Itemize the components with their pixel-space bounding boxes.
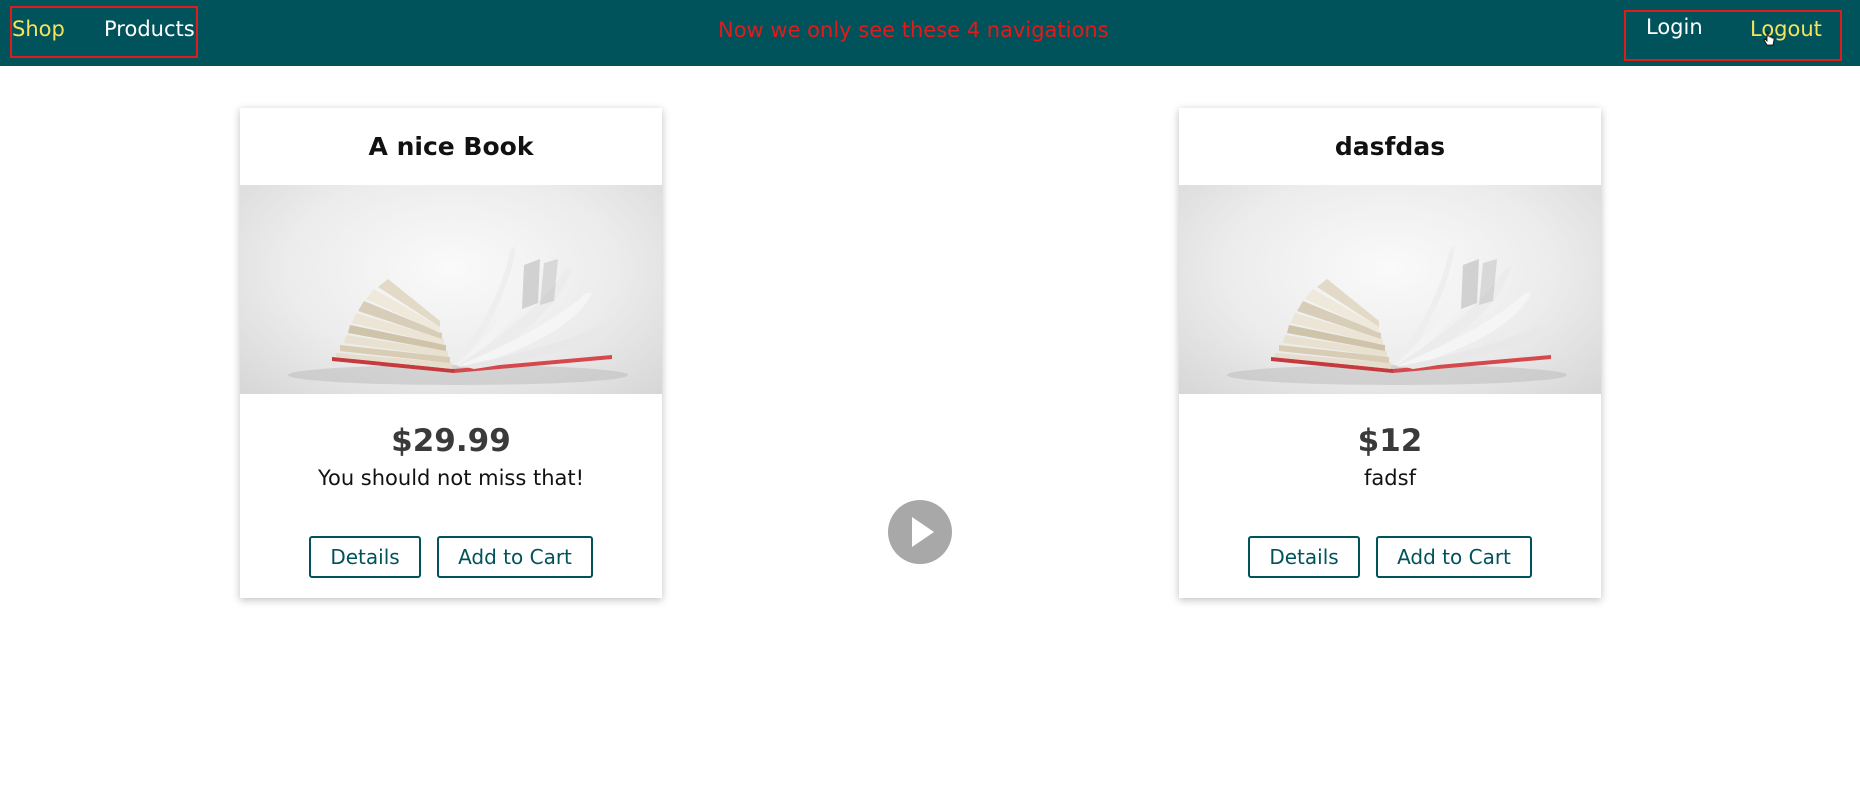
product-price: $29.99 — [391, 423, 511, 459]
nav-link-login[interactable]: Login — [1646, 17, 1703, 38]
nav-link-logout[interactable]: Logout — [1750, 19, 1822, 40]
product-price: $12 — [1357, 423, 1423, 459]
nav-link-products[interactable]: Products — [104, 19, 195, 40]
open-book-image — [288, 245, 628, 385]
product-actions: Details Add to Cart — [1179, 536, 1601, 578]
product-image — [240, 185, 662, 394]
main-header: Shop Products Now we only see these 4 na… — [0, 0, 1860, 66]
product-card: dasfdas $12 fadsf Details Add to Cart — [1179, 108, 1601, 598]
product-description: You should not miss that! — [317, 466, 585, 490]
product-title: A nice Book — [368, 132, 534, 161]
play-button[interactable] — [888, 500, 952, 564]
nav-link-shop[interactable]: Shop — [12, 19, 65, 40]
product-image — [1179, 185, 1601, 394]
product-card: A nice Book $29.99 You should not miss t… — [240, 108, 662, 598]
product-description: fadsf — [1364, 466, 1416, 490]
annotation-text: Now we only see these 4 navigations — [718, 18, 1109, 42]
product-actions: Details Add to Cart — [240, 536, 662, 578]
details-button[interactable]: Details — [1248, 536, 1360, 578]
pointer-cursor-icon — [1763, 31, 1775, 46]
add-to-cart-button[interactable]: Add to Cart — [437, 536, 593, 578]
product-title: dasfdas — [1334, 132, 1446, 161]
open-book-image — [1227, 245, 1567, 385]
play-icon — [912, 517, 934, 547]
add-to-cart-button[interactable]: Add to Cart — [1376, 536, 1532, 578]
details-button[interactable]: Details — [309, 536, 421, 578]
